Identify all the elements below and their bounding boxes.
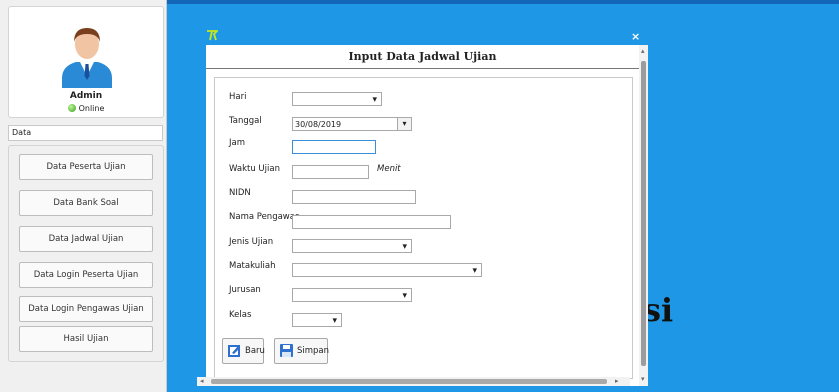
input-jadwal-dialog: × Input Data Jadwal Ujian Hari Tanggal 3… [197,28,648,390]
user-name: Admin [69,91,103,101]
vertical-scrollbar[interactable]: ▴ ▾ [639,45,648,386]
form-panel: Hari Tanggal 30/08/2019 ▾ Jam Waktu Ujian… [214,77,633,379]
baru-button[interactable]: Baru [222,338,265,364]
nama-pengawas-input[interactable] [292,215,451,229]
sidebar-menu: Data Peserta Ujian Data Bank Soal Data J… [8,145,164,362]
tanggal-value: 30/08/2019 [295,120,342,129]
sidebar-section-label: Data [8,125,163,141]
close-icon[interactable]: × [631,30,640,43]
data-login-peserta-ujian-button[interactable]: Data Login Peserta Ujian [19,262,153,288]
matakuliah-select[interactable] [292,263,482,278]
save-icon [280,344,293,357]
nama-pengawas-label: Nama Pengawas [229,212,300,222]
nidn-input[interactable] [292,190,416,204]
jenis-ujian-label: Jenis Ujian [229,237,274,247]
tanggal-date-field[interactable]: 30/08/2019 ▾ [292,117,412,131]
jurusan-label: Jurusan [229,285,261,295]
kelas-select[interactable] [292,313,342,328]
data-bank-soal-button[interactable]: Data Bank Soal [19,190,153,216]
waktu-ujian-label: Waktu Ujian [229,164,280,174]
user-status: Online [9,104,163,113]
tanggal-label: Tanggal [229,116,262,126]
online-status-icon [67,104,76,112]
user-card: Admin Online [8,6,164,118]
scroll-down-icon[interactable]: ▾ [641,375,645,383]
new-icon [228,345,240,357]
app-logo-icon [206,30,220,44]
horizontal-scrollbar[interactable]: ◂ ▸ [197,377,630,386]
vertical-scroll-thumb[interactable] [641,61,646,366]
data-login-pengawas-ujian-button[interactable]: Data Login Pengawas Ujian [19,296,153,322]
jam-input[interactable] [292,140,376,154]
simpan-button[interactable]: Simpan [274,338,330,364]
hari-label: Hari [229,92,247,102]
dialog-client: Input Data Jadwal Ujian Hari Tanggal 30/… [206,45,648,386]
data-peserta-ujian-button[interactable]: Data Peserta Ujian [19,154,153,180]
jam-label: Jam [229,138,245,148]
title-divider [206,68,639,69]
desktop-top-border [167,0,839,4]
user-status-text: Online [78,104,105,113]
jurusan-select[interactable] [292,288,412,303]
kelas-label: Kelas [229,310,252,320]
matakuliah-label: Matakuliah [229,261,276,271]
scroll-right-icon[interactable]: ▸ [615,377,619,385]
date-dropdown-icon[interactable]: ▾ [397,118,411,130]
baru-label: Baru [245,346,265,356]
user-avatar-icon [62,28,112,88]
simpan-label: Simpan [297,346,330,356]
horizontal-scroll-thumb[interactable] [211,379,607,384]
jenis-ujian-select[interactable] [292,239,412,254]
hari-select[interactable] [292,92,382,107]
menit-label: Menit [377,164,401,174]
data-jadwal-ujian-button[interactable]: Data Jadwal Ujian [19,226,153,252]
hasil-ujian-button[interactable]: Hasil Ujian [19,326,153,352]
scroll-up-icon[interactable]: ▴ [641,47,645,55]
left-panel: Admin Online Data Data Peserta Ujian Dat… [0,0,167,392]
waktu-ujian-input[interactable] [292,165,369,179]
scroll-left-icon[interactable]: ◂ [200,377,204,385]
dialog-title: Input Data Jadwal Ujian [348,50,497,63]
nidn-label: NIDN [229,188,251,198]
